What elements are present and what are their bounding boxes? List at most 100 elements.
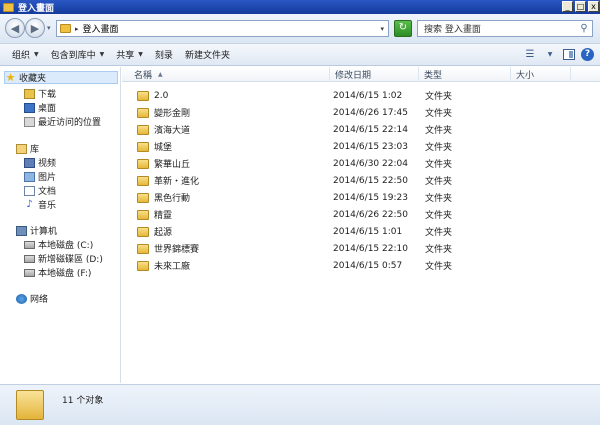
file-name: 黑色行動 (154, 194, 191, 204)
view-options-icon[interactable]: ☰ (523, 49, 537, 61)
file-date: 2014/6/26 17:45 (333, 107, 408, 118)
address-bar: ◀ ▶ ▾ ▸ 登入畫面 ▾ ↻ 搜索 登入畫面 ⚲ (0, 14, 600, 44)
maximize-button[interactable]: □ (575, 1, 586, 12)
file-type: 文件夹 (425, 245, 453, 255)
chevron-down-icon: ▼ (99, 51, 105, 58)
nav-pictures[interactable]: 图片 (24, 170, 56, 183)
folder-icon (137, 243, 149, 254)
folder-icon (137, 124, 149, 135)
file-name: 世界錦標賽 (154, 245, 200, 255)
new-folder-button[interactable]: 新建文件夹 (179, 45, 236, 65)
file-type: 文件夹 (425, 143, 453, 153)
file-date: 2014/6/15 23:03 (333, 141, 408, 152)
burn-label: 刻录 (154, 51, 173, 61)
refresh-button[interactable]: ↻ (394, 20, 412, 37)
folder-icon (137, 90, 149, 101)
organize-button[interactable]: 组织 ▼ (6, 45, 45, 65)
column-size[interactable]: 大小 (511, 67, 571, 82)
folder-icon (137, 141, 149, 152)
back-button[interactable]: ◀ (5, 18, 25, 38)
list-item[interactable]: 變形金剛 2014/6/26 17:45 文件夹 (122, 104, 600, 121)
list-item[interactable]: 精靈 2014/6/26 22:50 文件夹 (122, 206, 600, 223)
list-item[interactable]: 2.0 2014/6/15 1:02 文件夹 (122, 87, 600, 104)
help-icon[interactable]: ? (581, 48, 594, 61)
nav-network[interactable]: 网络 (16, 292, 48, 305)
nav-drive-f-label: 本地磁盘 (F:) (38, 269, 92, 279)
preview-pane-icon[interactable] (563, 49, 575, 60)
nav-drive-f[interactable]: 本地磁盘 (F:) (24, 266, 91, 279)
music-icon: ♪ (26, 198, 33, 210)
refresh-icon: ↻ (398, 22, 408, 33)
breadcrumb-separator[interactable]: ▸ (75, 25, 79, 33)
network-icon (16, 293, 27, 304)
downloads-icon (24, 88, 35, 99)
nav-desktop-label: 桌面 (38, 104, 57, 114)
list-item[interactable]: 革新・進化 2014/6/15 22:50 文件夹 (122, 172, 600, 189)
recent-places-icon (24, 116, 35, 127)
window-title: 登入畫面 (18, 3, 55, 14)
search-icon[interactable]: ⚲ (576, 23, 592, 34)
close-button[interactable]: x (588, 1, 599, 12)
folder-icon (137, 260, 149, 271)
list-item[interactable]: 起源 2014/6/15 1:01 文件夹 (122, 223, 600, 240)
column-type[interactable]: 类型 (419, 67, 511, 82)
file-name: 濱海大道 (154, 126, 191, 136)
navigation-pane: ★ 收藏夹 下载 桌面 最近访问的位置 库 视频 图片 文档 ♪ 音乐 计算机 … (0, 67, 121, 383)
star-icon: ★ (5, 70, 16, 84)
burn-button[interactable]: 刻录 (149, 45, 179, 65)
nav-drive-c[interactable]: 本地磁盘 (C:) (24, 238, 93, 251)
status-bar: 11 个对象 (0, 384, 600, 425)
list-item[interactable]: 繁華山丘 2014/6/30 22:04 文件夹 (122, 155, 600, 172)
list-item[interactable]: 黑色行動 2014/6/15 19:23 文件夹 (122, 189, 600, 206)
breadcrumb-current[interactable]: 登入畫面 (83, 22, 119, 35)
desktop-icon (24, 102, 35, 113)
file-type: 文件夹 (425, 194, 453, 204)
file-type: 文件夹 (425, 262, 453, 272)
folder-icon (137, 209, 149, 220)
video-icon (24, 157, 35, 168)
column-date[interactable]: 修改日期 (330, 67, 419, 82)
nav-drive-d-label: 新增磁碟區 (D:) (38, 255, 103, 265)
nav-music[interactable]: ♪ 音乐 (24, 198, 56, 211)
list-item[interactable]: 城堡 2014/6/15 23:03 文件夹 (122, 138, 600, 155)
nav-documents[interactable]: 文档 (24, 184, 56, 197)
nav-pictures-label: 图片 (38, 173, 57, 183)
file-date: 2014/6/15 1:01 (333, 226, 403, 237)
nav-favorites[interactable]: ★ 收藏夹 (4, 71, 118, 84)
nav-drive-d[interactable]: 新增磁碟區 (D:) (24, 252, 103, 265)
file-date: 2014/6/15 22:14 (333, 124, 408, 135)
folder-icon (137, 226, 149, 237)
nav-computer[interactable]: 计算机 (16, 224, 57, 237)
nav-downloads[interactable]: 下载 (24, 87, 56, 100)
column-header-row: 名稱 ▲ 修改日期 类型 大小 (122, 67, 600, 82)
search-input[interactable]: 搜索 登入畫面 ⚲ (417, 20, 593, 37)
chevron-down-icon: ▼ (34, 51, 39, 58)
column-size-label: 大小 (516, 71, 535, 81)
chevron-down-icon[interactable]: ▾ (380, 25, 384, 33)
list-item[interactable]: 未來工廠 2014/6/15 0:57 文件夹 (122, 257, 600, 274)
title-bar[interactable]: 登入畫面 _ □ x (0, 0, 600, 14)
forward-button[interactable]: ▶ (25, 18, 45, 38)
nav-libraries[interactable]: 库 (16, 142, 39, 155)
file-name: 革新・進化 (154, 177, 200, 187)
nav-favorites-label: 收藏夹 (19, 74, 47, 84)
nav-desktop[interactable]: 桌面 (24, 101, 56, 114)
nav-videos[interactable]: 视频 (24, 156, 56, 169)
list-item[interactable]: 濱海大道 2014/6/15 22:14 文件夹 (122, 121, 600, 138)
nav-recent[interactable]: 最近访问的位置 (24, 115, 101, 128)
list-item[interactable]: 世界錦標賽 2014/6/15 22:10 文件夹 (122, 240, 600, 257)
nav-network-label: 网络 (30, 295, 49, 305)
address-field[interactable]: ▸ 登入畫面 ▾ (56, 20, 389, 37)
column-name[interactable]: 名稱 ▲ (122, 67, 330, 82)
history-dropdown-icon[interactable]: ▾ (47, 24, 51, 32)
include-in-library-button[interactable]: 包含到库中 ▼ (45, 45, 111, 65)
file-name: 變形金剛 (154, 109, 191, 119)
chevron-down-icon[interactable]: ▼ (543, 49, 557, 61)
share-label: 共享 (116, 51, 135, 61)
share-button[interactable]: 共享 ▼ (110, 45, 149, 65)
minimize-button[interactable]: _ (562, 1, 573, 12)
document-icon (24, 185, 35, 196)
file-date: 2014/6/15 0:57 (333, 260, 403, 271)
file-name: 起源 (154, 228, 173, 238)
folder-icon (137, 107, 149, 118)
